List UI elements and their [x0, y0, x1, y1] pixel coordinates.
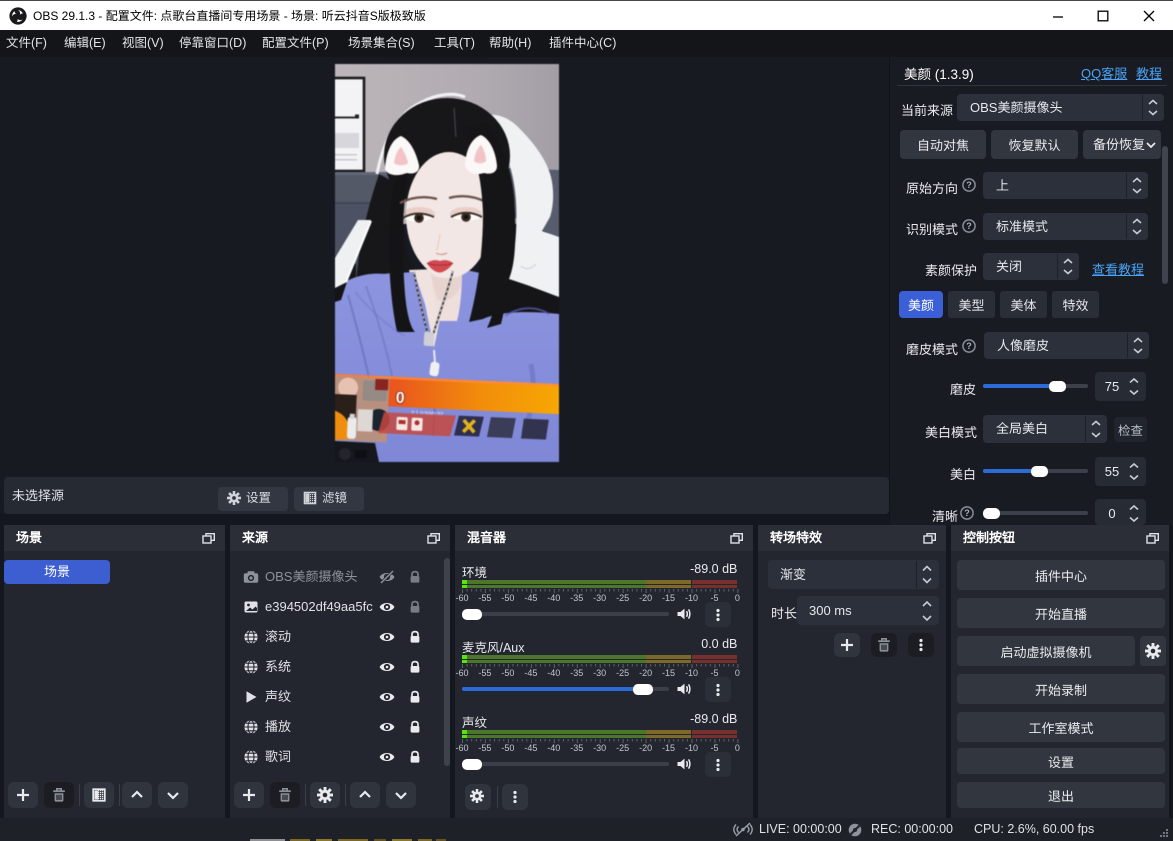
svg-text:?: ?	[966, 180, 972, 190]
svg-text:?: ?	[966, 221, 972, 231]
svg-text:0: 0	[395, 390, 405, 407]
svg-text:?: ?	[964, 508, 970, 518]
svg-text:?: ?	[966, 341, 972, 351]
